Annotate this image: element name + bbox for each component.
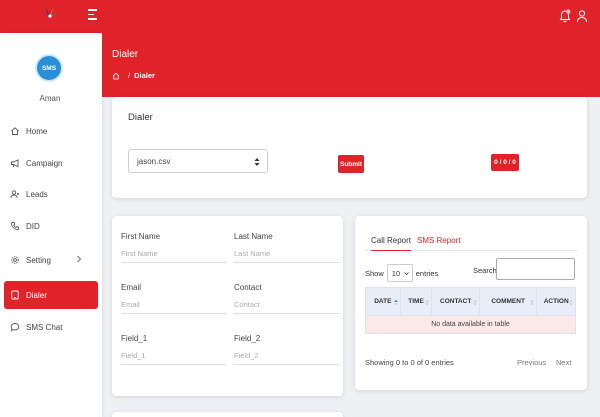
last-name-group: Last Name Last Name <box>234 232 340 263</box>
page-title: Dialer <box>112 49 139 60</box>
chevron-down-icon <box>403 272 409 276</box>
show-label: Show <box>365 268 384 278</box>
phone-square-icon <box>11 290 19 300</box>
home-icon <box>11 127 19 135</box>
sort-icon <box>530 299 535 306</box>
sidebar-item-did[interactable]: DID <box>4 212 98 240</box>
dialer-card-title: Dialer <box>128 112 153 123</box>
sidebar-item-label: Leads <box>26 189 48 199</box>
sidebar-item-campaign[interactable]: Campaign <box>4 149 98 177</box>
sidebar: SMS Aman Home Campaign Leads DID Setting… <box>0 33 102 417</box>
sort-icon <box>569 299 573 306</box>
breadcrumb-current: Dialer <box>134 71 155 80</box>
megaphone-icon <box>11 159 19 168</box>
file-select[interactable]: jason.csv <box>128 149 268 173</box>
dialer-card: Dialer jason.csv Submit 0 / 0 / 0 <box>112 97 587 198</box>
sidebar-item-label: Campaign <box>26 158 63 168</box>
previous-button[interactable]: Previous <box>517 358 546 367</box>
first-name-group: First Name First Name <box>121 232 227 263</box>
chevron-right-icon <box>77 255 82 263</box>
tab-call-report[interactable]: Call Report <box>371 236 412 251</box>
last-name-input[interactable]: Last Name <box>234 249 340 263</box>
logo-icon[interactable] <box>38 3 62 29</box>
contact-input[interactable]: Contact <box>234 300 340 314</box>
user-icon[interactable] <box>576 9 588 23</box>
sidebar-item-setting[interactable]: Setting <box>4 246 98 274</box>
bottom-card <box>112 412 343 417</box>
column-comment[interactable]: COMMENT <box>480 288 538 315</box>
first-name-input[interactable]: First Name <box>121 249 227 263</box>
users-icon <box>10 190 19 198</box>
sidebar-item-label: Home <box>26 126 48 136</box>
file-select-value: jason.csv <box>137 156 171 166</box>
sidebar-item-label: DID <box>26 221 40 231</box>
column-action[interactable]: ACTION <box>537 288 575 315</box>
phone-icon <box>11 222 20 231</box>
field-1-label: Field_1 <box>121 334 148 343</box>
last-name-label: Last Name <box>234 232 273 241</box>
search-input[interactable] <box>496 258 575 280</box>
field-2-label: Field_2 <box>234 334 261 343</box>
sort-asc-icon <box>393 299 398 306</box>
sidebar-item-label: Setting <box>26 255 51 265</box>
chat-icon <box>10 323 20 332</box>
sort-icon <box>473 299 477 306</box>
report-table: DATE TIME CONTACT COMMENT ACTION No data… <box>365 287 576 334</box>
contact-form-card: First Name First Name Last Name Last Nam… <box>112 216 343 396</box>
column-time-label: TIME <box>408 298 424 305</box>
avatar-text: SMS <box>41 64 57 72</box>
gear-icon <box>11 256 19 264</box>
avatar[interactable]: SMS <box>35 54 63 82</box>
column-date-label: DATE <box>374 298 392 305</box>
report-card: Call Report SMS Report Show 10 entries S… <box>355 216 587 390</box>
sidebar-item-sms-chat[interactable]: SMS Chat <box>4 313 98 341</box>
breadcrumb: / Dialer <box>112 71 155 80</box>
field-2-input[interactable]: Field_2 <box>234 351 340 365</box>
email-label: Email <box>121 283 142 292</box>
column-contact[interactable]: CONTACT <box>432 288 480 315</box>
submit-button[interactable]: Submit <box>338 155 364 173</box>
entries-select[interactable]: 10 <box>386 264 413 282</box>
bell-icon[interactable] <box>559 9 571 23</box>
sort-icon <box>425 299 430 306</box>
call-counter-badge: 0 / 0 / 0 <box>491 154 519 171</box>
username: Aman <box>39 94 61 103</box>
column-comment-label: COMMENT <box>491 298 525 305</box>
column-action-label: ACTION <box>543 298 569 305</box>
entries-select-value: 10 <box>391 268 401 278</box>
menu-toggle-icon[interactable] <box>88 9 100 21</box>
sidebar-item-leads[interactable]: Leads <box>4 180 98 208</box>
column-date[interactable]: DATE <box>366 288 401 315</box>
home-icon[interactable] <box>112 72 120 80</box>
entries-label: entries <box>415 268 439 278</box>
breadcrumb-separator: / <box>128 71 131 80</box>
next-button[interactable]: Next <box>556 358 571 367</box>
sidebar-item-label: Dialer <box>26 290 47 300</box>
first-name-label: First Name <box>121 232 161 241</box>
field-1-input[interactable]: Field_1 <box>121 351 227 365</box>
notification-badge <box>566 9 571 14</box>
email-input[interactable]: Email <box>121 300 227 314</box>
contact-label: Contact <box>234 283 262 292</box>
email-group: Email Email <box>121 283 227 314</box>
page-header: Dialer / Dialer <box>102 33 600 97</box>
entries-length: Show 10 entries <box>365 264 438 282</box>
column-contact-label: CONTACT <box>440 298 472 305</box>
search-label: Search: <box>473 266 499 275</box>
sidebar-item-dialer[interactable]: Dialer <box>4 281 98 309</box>
table-info: Showing 0 to 0 of 0 entries <box>365 358 454 367</box>
table-empty-row: No data available in table <box>365 316 576 334</box>
top-bar <box>0 0 600 33</box>
sidebar-item-home[interactable]: Home <box>4 117 98 145</box>
column-time[interactable]: TIME <box>401 288 433 315</box>
select-arrows-icon <box>254 158 260 166</box>
table-header: DATE TIME CONTACT COMMENT ACTION <box>365 287 576 316</box>
field-2-group: Field_2 Field_2 <box>234 334 340 365</box>
field-1-group: Field_1 Field_1 <box>121 334 227 365</box>
report-tabs: Call Report SMS Report <box>365 234 577 251</box>
tab-sms-report[interactable]: SMS Report <box>417 236 461 251</box>
sidebar-item-label: SMS Chat <box>26 322 63 332</box>
contact-group: Contact Contact <box>234 283 340 314</box>
